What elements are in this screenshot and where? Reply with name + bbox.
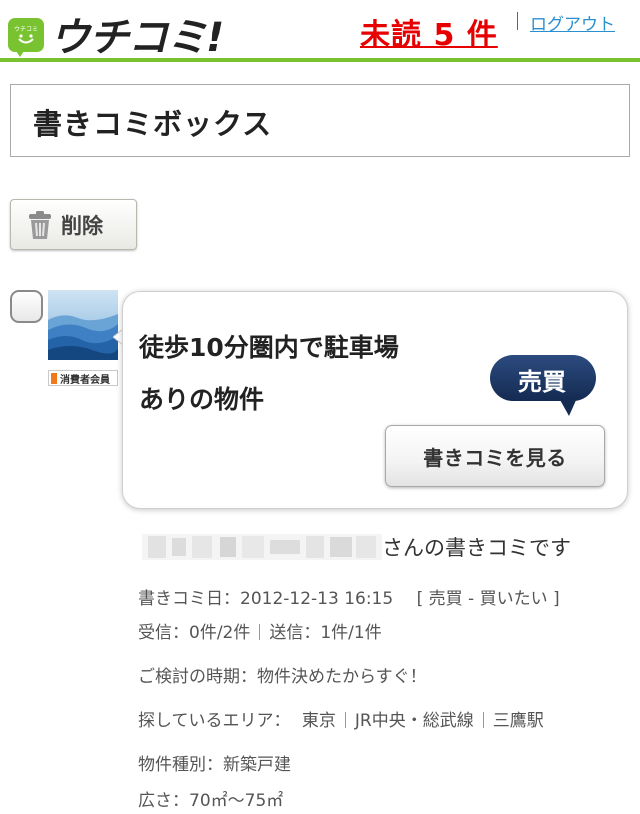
unread-count-link[interactable]: 未読 5 件 xyxy=(360,10,498,54)
received-count: 受信：0件/2件 xyxy=(138,623,251,643)
trash-icon xyxy=(29,210,51,239)
area-label: 探しているエリア： xyxy=(138,711,291,731)
header-divider xyxy=(517,12,518,30)
member-type-badge: 消費者会員 xyxy=(48,370,118,386)
app-header: ウチコミ ウチコミ! 未読 5 件 ログアウト xyxy=(0,0,640,62)
blurred-author-name xyxy=(142,534,382,560)
post-title-line-2: ありの物件 xyxy=(139,385,265,414)
timing-text: ご検討の時期：物件決めたからすぐ！ xyxy=(138,667,427,687)
area-line: JR中央・総武線 xyxy=(354,711,474,731)
post-title-line-1: 徒歩10分圏内で駐車場 xyxy=(139,333,399,362)
app-logo[interactable]: ウチコミ ウチコミ! xyxy=(8,15,224,61)
author-suffix: さんの書きコミです xyxy=(382,536,571,560)
post-date: 書きコミ日：2012-12-13 16:15 xyxy=(138,589,394,609)
item-select-checkbox[interactable] xyxy=(10,290,43,323)
size-row: 広さ：70㎡～75㎡ xyxy=(138,786,283,811)
delete-button[interactable]: 削除 xyxy=(10,199,137,250)
area-row: 探しているエリア： 東京 JR中央・総武線 三鷹駅 xyxy=(138,706,544,731)
page-title-box: 書きコミボックス xyxy=(10,84,630,157)
property-type-row: 物件種別：新築戸建 xyxy=(138,750,291,775)
area-prefecture: 東京 xyxy=(301,711,336,731)
timing-row: ご検討の時期：物件決めたからすぐ！ xyxy=(138,662,427,687)
message-counts-row: 受信：0件/2件 送信：1件/1件 xyxy=(138,618,382,643)
property-type: 物件種別：新築戸建 xyxy=(138,755,291,775)
area-station: 三鷹駅 xyxy=(492,711,544,731)
logo-badge-text: ウチコミ xyxy=(14,25,38,33)
post-card: 徒歩10分圏内で駐車場 ありの物件 売買 書きコミを見る xyxy=(122,291,628,509)
post-date-row: 書きコミ日：2012-12-13 16:15 [ 売買 - 買いたい ] xyxy=(138,584,560,609)
view-post-button[interactable]: 書きコミを見る xyxy=(385,425,605,487)
divider xyxy=(482,712,484,728)
divider xyxy=(344,712,346,728)
member-type-label: 消費者会員 xyxy=(60,374,110,386)
post-title: 徒歩10分圏内で駐車場 ありの物件 xyxy=(139,322,469,426)
bookmark-flag-icon xyxy=(51,372,57,384)
deal-type-label: 売買 xyxy=(518,368,566,396)
property-size: 広さ：70㎡～75㎡ xyxy=(138,791,284,811)
author-row: さんの書きコミです xyxy=(138,530,571,564)
logo-speech-bubble-icon: ウチコミ xyxy=(8,18,44,58)
sent-count: 送信：1件/1件 xyxy=(269,623,382,643)
deal-note: [ 売買 - 買いたい ] xyxy=(416,589,560,609)
logo-text: ウチコミ! xyxy=(50,15,224,61)
logout-link[interactable]: ログアウト xyxy=(530,10,615,35)
deal-type-badge: 売買 xyxy=(489,354,603,420)
user-avatar-mountains xyxy=(48,290,118,360)
divider xyxy=(259,624,261,640)
delete-button-label: 削除 xyxy=(61,213,103,238)
page-title: 書きコミボックス xyxy=(33,107,273,141)
view-post-button-label: 書きコミを見る xyxy=(423,445,567,470)
